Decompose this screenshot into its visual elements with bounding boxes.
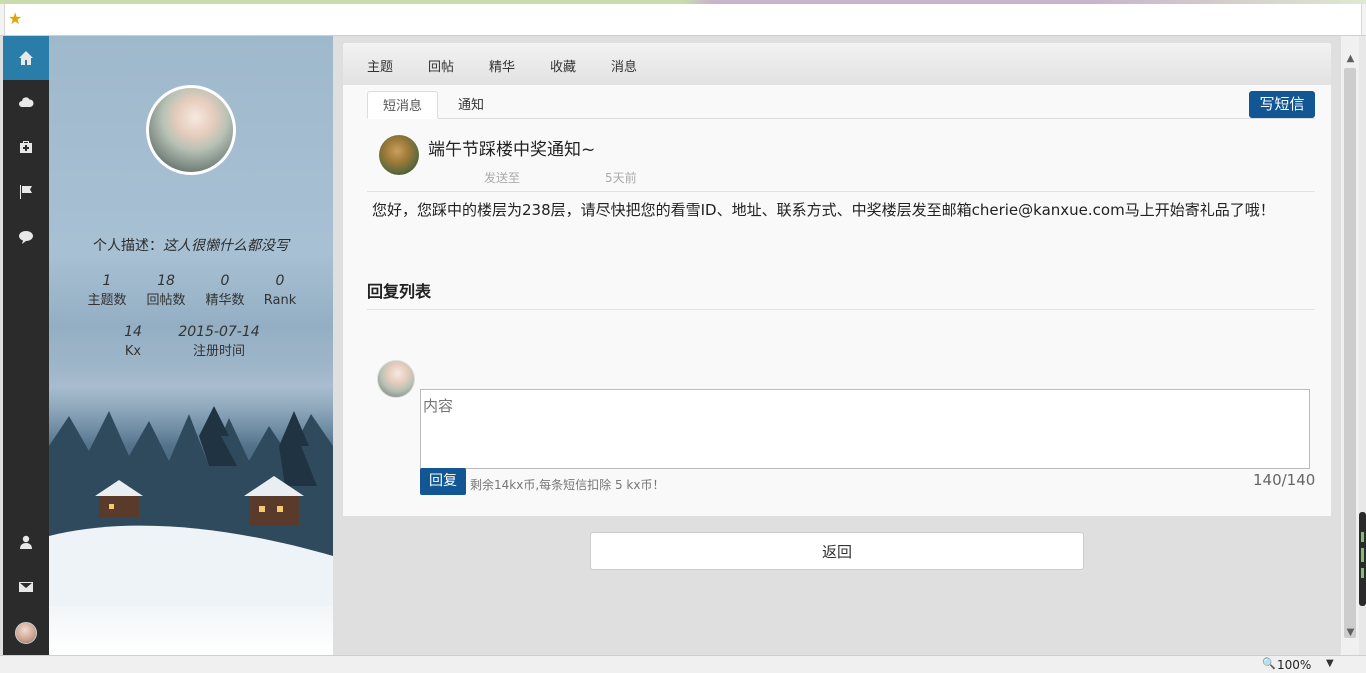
user-avatar-mini[interactable]	[15, 622, 37, 644]
stat-value: 0	[275, 273, 285, 289]
message-tabs: 短消息 通知	[367, 91, 1315, 119]
cloud-icon[interactable]	[3, 80, 49, 124]
compose-message-button[interactable]: 写短信	[1249, 91, 1315, 118]
sender-avatar[interactable]	[379, 135, 419, 175]
reply-list-title: 回复列表	[367, 282, 432, 301]
divider	[367, 191, 1315, 192]
message-time: 5天前	[605, 171, 637, 185]
message-panel: 短消息 通知 写短信 端午节踩楼中奖通知~ 发送至 5天前 您好，您踩中的楼层为…	[343, 85, 1331, 516]
stat-label: Kx	[124, 344, 142, 359]
nav-topics[interactable]: 主题	[367, 56, 393, 75]
winter-landscape-image	[49, 406, 333, 606]
profile-desc-text: 这人很懒什么都没写	[163, 238, 289, 254]
stat-label: Rank	[263, 293, 297, 308]
top-nav: 主题 回帖 精华 收藏 消息	[343, 43, 1331, 85]
icon-sidebar	[3, 36, 49, 655]
scroll-thumb[interactable]	[1344, 68, 1356, 638]
stat-kx: 14 Kx	[98, 322, 168, 362]
zoom-icon[interactable]: 🔍	[1262, 657, 1276, 670]
main-content: 主题 回帖 精华 收藏 消息 短消息 通知 写短信 端午节踩楼中奖通知~ 发送至…	[333, 36, 1340, 655]
flag-icon[interactable]	[3, 170, 49, 214]
scroll-down-icon[interactable]: ▼	[1341, 624, 1360, 641]
browser-page-frame	[4, 4, 1362, 35]
home-icon[interactable]	[3, 36, 49, 80]
stat-rank: 0 Rank	[245, 271, 315, 311]
reply-char-count: 140/140	[1253, 471, 1316, 489]
divider	[367, 309, 1315, 310]
nav-favorites[interactable]: 收藏	[550, 56, 576, 75]
browser-statusbar: 🔍 100% ▼	[0, 655, 1366, 673]
profile-description: 个人描述：这人很懒什么都没写	[49, 235, 333, 255]
profile-avatar[interactable]	[146, 85, 236, 175]
user-icon[interactable]	[3, 520, 49, 564]
page-scrollbar[interactable]: ▲ ▼	[1340, 36, 1359, 655]
tab-notifications[interactable]: 通知	[443, 91, 499, 119]
stat-value: 14	[124, 324, 142, 340]
reply-hint: 剩余14kx币,每条短信扣除 5 kx币！	[470, 478, 665, 492]
stat-register-date: 2015-07-14 注册时间	[165, 322, 273, 362]
scroll-up-icon[interactable]: ▲	[1341, 50, 1360, 67]
avatar-icon[interactable]	[3, 611, 49, 655]
current-user-avatar	[377, 360, 415, 398]
profile-desc-label: 个人描述：	[93, 238, 163, 254]
stat-label: 注册时间	[192, 344, 245, 359]
nav-replies[interactable]: 回帖	[428, 56, 454, 75]
chevron-down-icon[interactable]: ▼	[1326, 658, 1334, 669]
message-body: 您好，您踩中的楼层为238层，请尽快把您的看雪ID、地址、联系方式、中奖楼层发至…	[372, 201, 1275, 219]
message-card: 主题 回帖 精华 收藏 消息 短消息 通知 写短信 端午节踩楼中奖通知~ 发送至…	[343, 43, 1331, 516]
window-edge	[1359, 36, 1366, 655]
back-button[interactable]: 返回	[590, 532, 1084, 570]
zoom-level[interactable]: 100%	[1277, 658, 1311, 672]
comment-icon[interactable]	[3, 215, 49, 259]
medkit-icon[interactable]	[3, 125, 49, 169]
star-icon[interactable]: ★	[8, 10, 22, 28]
profile-panel: 个人描述：这人很懒什么都没写 1 主题数 18 回帖数 0 精华数 0 Rank…	[49, 36, 333, 655]
stat-value: 2015-07-14	[178, 324, 260, 340]
reply-button[interactable]: 回复	[420, 468, 466, 495]
side-meter	[1359, 512, 1366, 606]
nav-messages[interactable]: 消息	[611, 56, 637, 75]
message-sent-to: 发送至	[484, 171, 521, 185]
nav-digest[interactable]: 精华	[489, 56, 515, 75]
reply-input[interactable]	[420, 389, 1310, 469]
tab-short-messages[interactable]: 短消息	[367, 91, 439, 119]
message-title: 端午节踩楼中奖通知~	[428, 140, 596, 160]
envelope-icon[interactable]	[3, 565, 49, 609]
browser-toolbar: ★	[0, 0, 1366, 36]
